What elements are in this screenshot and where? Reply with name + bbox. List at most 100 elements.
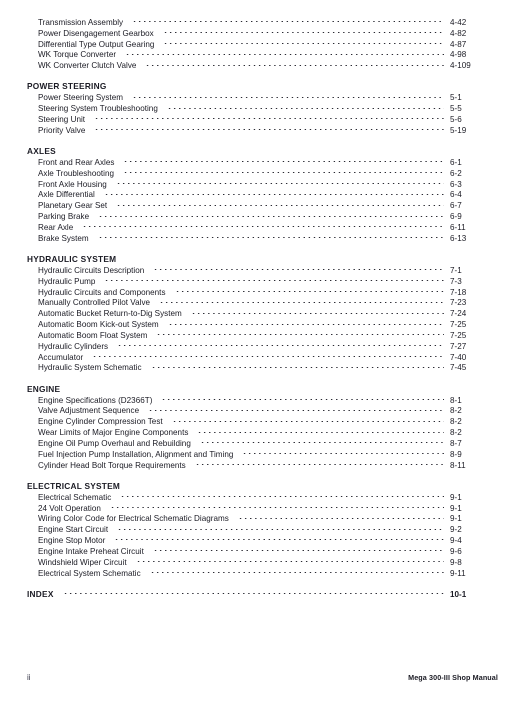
folio-number: ii — [27, 673, 31, 682]
toc-page-number: 8-9 — [450, 449, 462, 459]
toc-section: AXLES Front and Rear Axles 6-1 Axle Trouble… — [0, 143, 516, 243]
toc-section-heading[interactable]: INDEX 10-1 — [0, 586, 516, 599]
toc-section-heading: ELECTRICAL SYSTEM — [0, 478, 516, 491]
toc-entry-label: Axle Troubleshooting — [38, 168, 114, 178]
dot-leader — [162, 25, 444, 36]
toc-entry-label: WK Converter Clutch Valve — [38, 61, 137, 71]
toc-page-number: 7-1 — [450, 265, 462, 275]
toc-page-number: 4-87 — [450, 39, 467, 49]
toc-entry[interactable]: Transmission Assembly 4-42 — [0, 14, 516, 27]
toc-page-number: 4-42 — [450, 17, 467, 27]
toc-section-heading-label: ELECTRICAL SYSTEM — [27, 480, 121, 491]
dot-leader — [109, 500, 444, 511]
toc-page-number: 5-1 — [450, 93, 462, 103]
toc-page-number: 9-6 — [450, 546, 462, 556]
toc-page-number: 8-2 — [450, 417, 462, 427]
dot-leader — [166, 100, 444, 111]
dot-leader — [171, 413, 444, 424]
dot-leader — [153, 262, 444, 273]
dot-leader — [156, 327, 444, 338]
dot-leader — [97, 230, 444, 241]
toc-page-number: 4-98 — [450, 50, 467, 60]
dot-leader — [116, 197, 444, 208]
toc-entry-label: Planetary Gear Set — [38, 201, 108, 211]
page-footer: ii Mega 300-III Shop Manual — [0, 669, 516, 703]
toc-page-number: 8-11 — [450, 460, 466, 470]
toc-page-number: 9-8 — [450, 557, 462, 567]
dot-leader — [167, 316, 444, 327]
dot-leader — [104, 273, 444, 284]
toc-entry[interactable]: Front and Rear Axles 6-1 — [0, 154, 516, 167]
toc-entry-label: Accumulator — [38, 352, 84, 362]
toc-section: Transmission Assembly 4-42 Power Disengage… — [0, 14, 516, 70]
dot-leader — [117, 521, 444, 532]
dot-leader — [116, 79, 444, 90]
dot-leader — [117, 338, 444, 349]
toc-section: INDEX 10-1 — [0, 586, 516, 599]
dot-leader — [163, 36, 444, 47]
toc-page-number: 10-1 — [450, 589, 467, 599]
toc-entry-label: Valve Adjustment Sequence — [38, 406, 140, 416]
toc-entry-label: Engine Start Circuit — [38, 525, 109, 535]
dot-leader — [82, 219, 444, 230]
toc-page-number: 8-2 — [450, 428, 462, 438]
toc-page-number: 5-6 — [450, 114, 462, 124]
dot-leader — [69, 381, 444, 392]
toc-entry-label: Rear Axle — [38, 222, 74, 232]
toc-list: Transmission Assembly 4-42 Power Disengage… — [0, 14, 516, 599]
toc-entry-label: Priority Valve — [38, 125, 86, 135]
manual-title: Mega 300-III Shop Manual — [408, 673, 498, 682]
toc-page-number: 9-1 — [450, 503, 462, 513]
toc-entry-label: 24 Volt Operation — [38, 503, 101, 513]
toc-page-number: 7-24 — [450, 309, 467, 319]
toc-section-heading: ENGINE — [0, 381, 516, 394]
dot-leader — [152, 543, 444, 554]
toc-entry[interactable]: Engine Specifications (D2366T) 8-1 — [0, 392, 516, 405]
toc-section: ENGINE Engine Specifications (D2366T) 8-1 V… — [0, 381, 516, 470]
toc-section-heading-label: INDEX — [27, 588, 54, 599]
toc-entry[interactable]: Brake System 6-13 — [0, 230, 516, 243]
dot-leader — [103, 187, 444, 198]
dot-leader — [194, 457, 444, 468]
toc-entry-label: Engine Stop Motor — [38, 536, 106, 546]
toc-page-number: 5-5 — [450, 104, 462, 114]
toc-entry-label: Front and Rear Axles — [38, 157, 115, 167]
toc-page-number: 7-23 — [450, 298, 467, 308]
dot-leader — [125, 47, 444, 58]
toc-section-heading-label: HYDRAULIC SYSTEM — [27, 254, 117, 265]
toc-entry-label: Hydraulic System Schematic — [38, 363, 142, 373]
toc-page-number: 7-25 — [450, 330, 467, 340]
toc-page-number: 9-4 — [450, 536, 462, 546]
toc-page-number: 4-82 — [450, 28, 467, 38]
toc-entry-label: Automatic Boom Kick-out System — [38, 320, 159, 330]
toc-page-number: 8-1 — [450, 395, 462, 405]
toc-page: Transmission Assembly 4-42 Power Disengage… — [0, 0, 516, 703]
toc-page-number: 9-1 — [450, 514, 462, 524]
toc-entry-label: Steering Unit — [38, 114, 86, 124]
toc-page-number: 7-27 — [450, 341, 467, 351]
dot-leader — [114, 532, 444, 543]
toc-page-number: 7-3 — [450, 276, 462, 286]
toc-section-heading-label: AXLES — [27, 146, 56, 157]
toc-page-number: 9-2 — [450, 525, 462, 535]
toc-page-number: 7-40 — [450, 352, 467, 362]
toc-entry-label: Brake System — [38, 233, 89, 243]
dot-leader — [197, 424, 444, 435]
toc-entry-label: Engine Oil Pump Overhaul and Rebuilding — [38, 438, 191, 448]
toc-entry-label: Electrical System Schematic — [38, 568, 141, 578]
dot-leader — [65, 143, 444, 154]
dot-leader — [125, 251, 444, 262]
toc-entry-label: Cylinder Head Bolt Torque Requirements — [38, 460, 186, 470]
toc-entry-label: Automatic Bucket Return-to-Dig System — [38, 309, 182, 319]
toc-page-number: 6-9 — [450, 212, 462, 222]
toc-section-heading-label: POWER STEERING — [27, 81, 107, 92]
toc-entry-label: Transmission Assembly — [38, 17, 124, 27]
dot-leader — [149, 565, 444, 576]
toc-entry-label: Electrical Schematic — [38, 492, 112, 502]
toc-page-number: 9-1 — [450, 492, 462, 502]
toc-entry-label: Engine Intake Preheat Circuit — [38, 546, 144, 556]
toc-page-number: 6-11 — [450, 222, 466, 232]
toc-entry-label: Hydraulic Pump — [38, 276, 96, 286]
dot-leader — [129, 478, 444, 489]
toc-page-number: 6-2 — [450, 168, 462, 178]
